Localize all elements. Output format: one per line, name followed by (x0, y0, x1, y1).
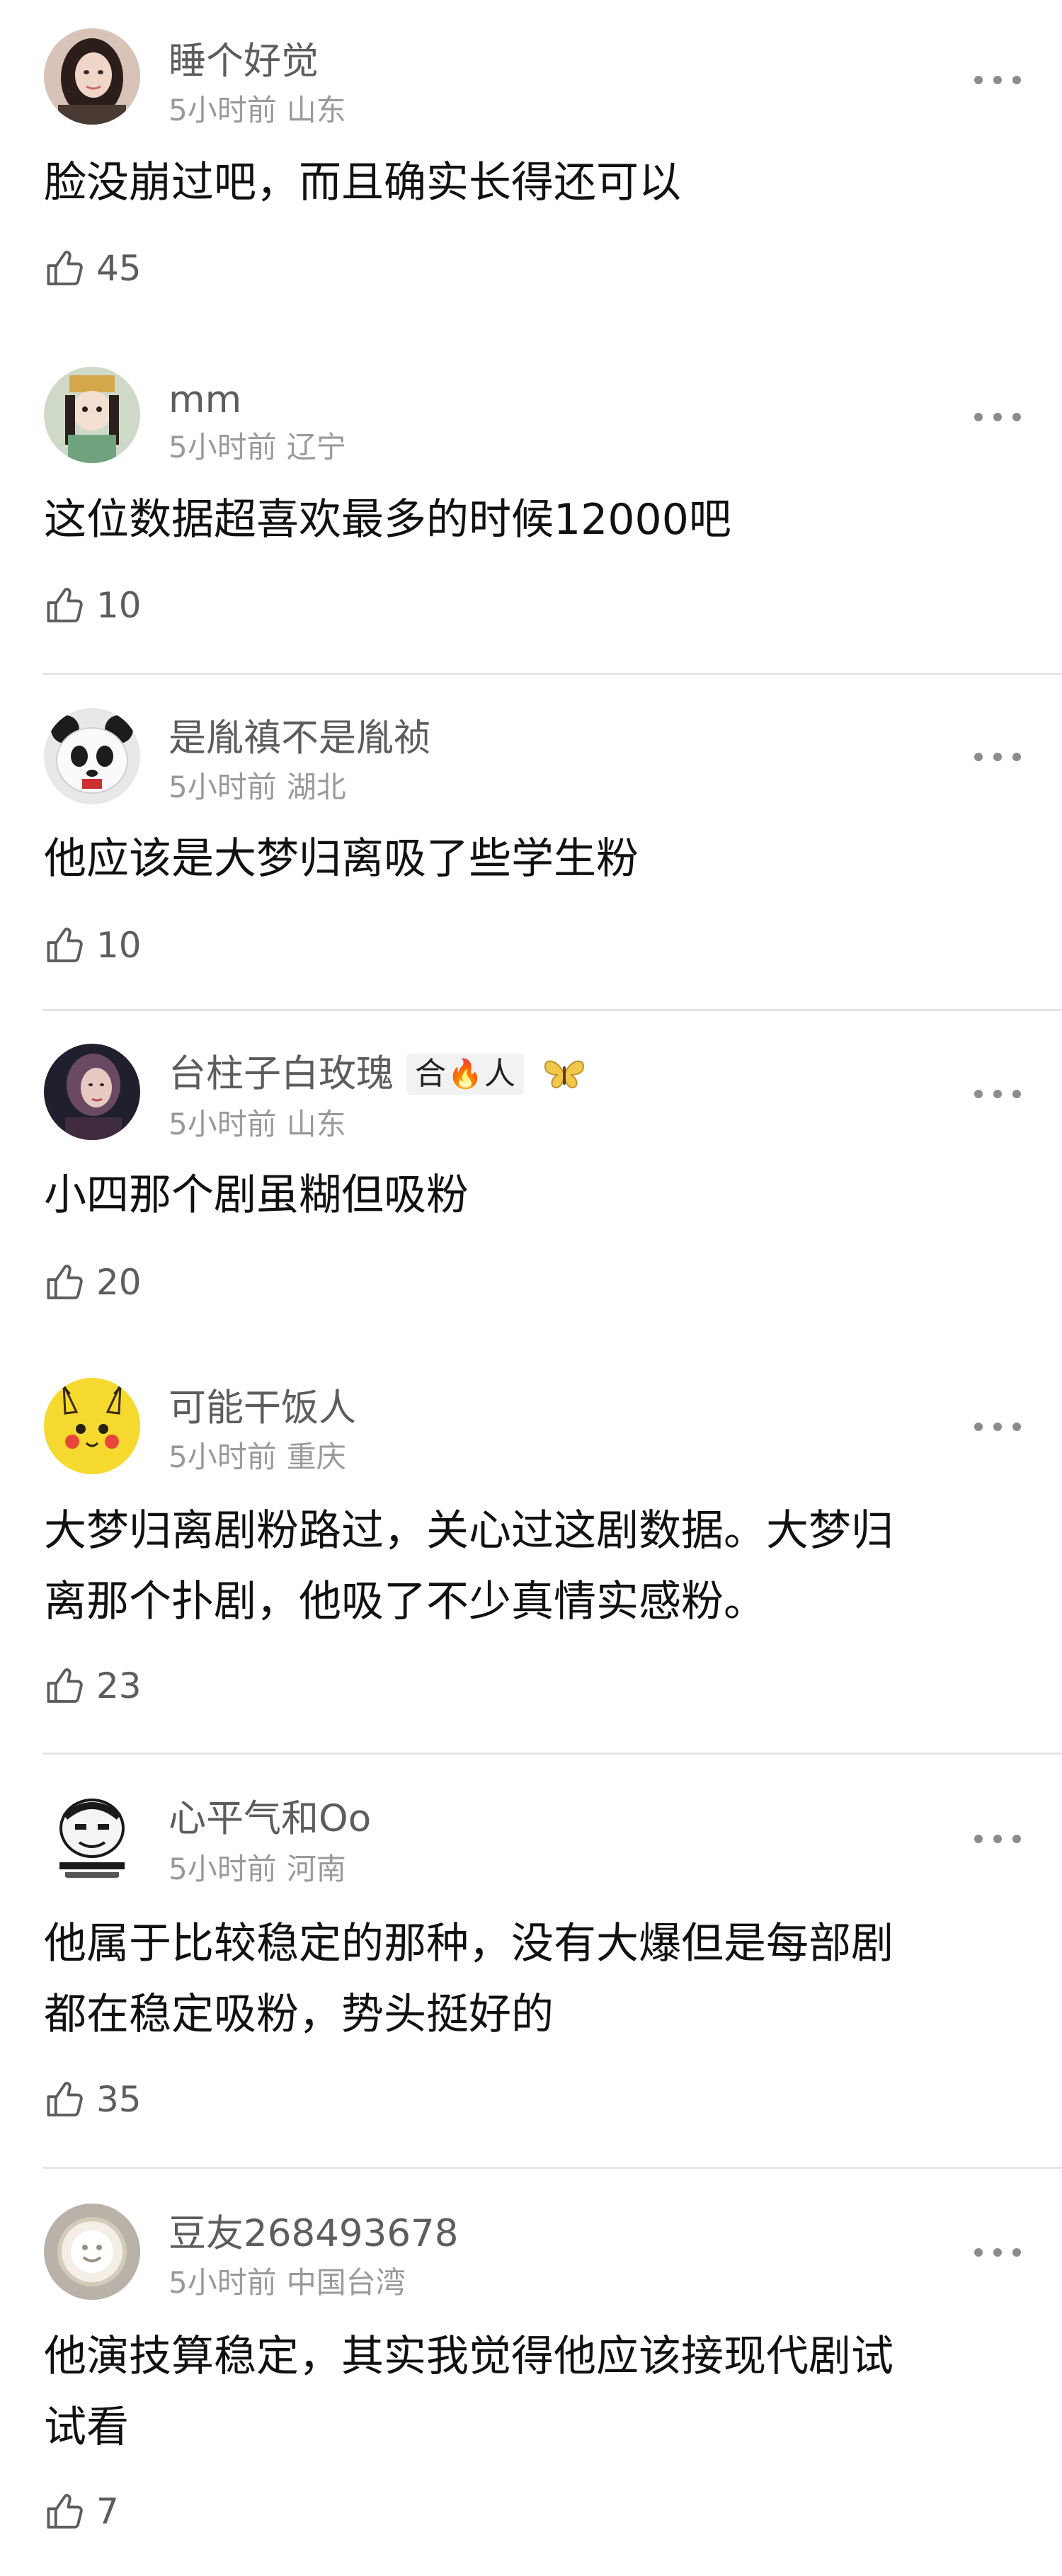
comment-text-line: 试看 (44, 2403, 129, 2452)
thumbs-up-icon (47, 2494, 83, 2529)
like-button[interactable]: 7 (44, 2487, 119, 2536)
comment-location: 中国台湾 (286, 2265, 406, 2300)
comment-feed: 睡个好觉 5小时前 山东 脸没崩过吧，而且确实长得还可以 45 mm 5小时前 … (0, 0, 1062, 2576)
more-dots-icon[interactable] (974, 2244, 1021, 2261)
like-count: 7 (96, 2491, 119, 2532)
comment-text-line: 他演技算稳定，其实我觉得他应该接现代剧试 (44, 2332, 893, 2381)
comment-meta: 5小时前 中国台湾 (169, 2264, 406, 2301)
comment-time: 5小时前 (169, 2265, 277, 2300)
username[interactable]: 豆友268493678 (169, 2212, 458, 2256)
username-row: 豆友268493678 (169, 2212, 458, 2256)
avatar[interactable] (44, 2204, 140, 2300)
comment-text: 他演技算稳定，其实我觉得他应该接现代剧试 试看 (44, 2321, 1007, 2463)
comment-item: 豆友268493678 5小时前 中国台湾 他演技算稳定，其实我觉得他应该接现代剧… (0, 0, 1062, 2576)
